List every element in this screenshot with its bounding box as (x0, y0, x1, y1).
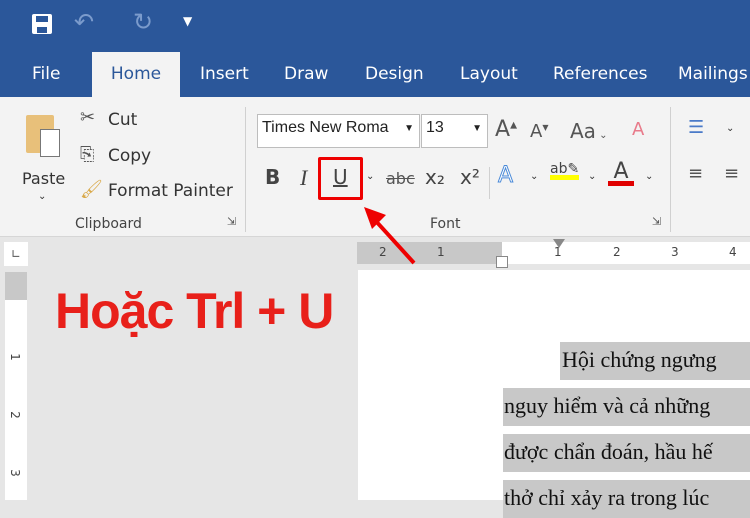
document-line[interactable]: thở chỉ xảy ra trong lúc (503, 480, 750, 518)
vertical-ruler[interactable]: 1 2 3 (5, 272, 27, 500)
subscript-button[interactable]: x₂ (425, 165, 445, 189)
tab-layout[interactable]: Layout (460, 52, 518, 97)
pointer-arrow (364, 207, 416, 265)
tab-references[interactable]: References (553, 52, 647, 97)
tab-design[interactable]: Design (365, 52, 424, 97)
first-line-indent-marker[interactable] (553, 239, 565, 248)
ribbon-tabs: File Home Insert Draw Design Layout Refe… (0, 52, 750, 97)
tab-draw[interactable]: Draw (284, 52, 328, 97)
bold-button[interactable]: B (265, 165, 280, 189)
copy-icon: ⎘ (80, 144, 95, 165)
chevron-down-icon[interactable]: ⌄ (726, 123, 734, 134)
chevron-down-icon[interactable]: ⌄ (366, 171, 374, 182)
bullets-icon[interactable]: ☰ (688, 117, 704, 138)
tab-file[interactable]: File (32, 52, 60, 97)
shrink-font-icon[interactable]: A▼ (530, 121, 548, 142)
align-center-icon[interactable]: ≡ (724, 163, 739, 184)
copy-button[interactable]: Copy (108, 146, 151, 166)
font-size-select[interactable]: 13 ▼ (421, 114, 488, 148)
chevron-down-icon: ⌄ (38, 191, 47, 202)
scissors-icon: ✂ (80, 107, 96, 128)
undo-icon[interactable]: ↶ (74, 8, 94, 36)
font-group-label: Font (430, 216, 461, 232)
title-bar: ↶ ↻ ▼ (0, 0, 750, 52)
dialog-launcher-icon[interactable]: ⇲ (227, 215, 236, 228)
customize-toolbar-icon[interactable]: ▼ (183, 14, 192, 28)
superscript-button[interactable]: x² (460, 165, 480, 189)
font-color-icon[interactable]: A (608, 159, 634, 186)
tab-home[interactable]: Home (92, 52, 180, 97)
underline-highlight-box (318, 157, 363, 200)
italic-button[interactable]: I (300, 165, 307, 191)
left-indent-marker[interactable] (496, 256, 508, 268)
font-name-select[interactable]: Times New Roma ▼ (257, 114, 420, 148)
change-case-button[interactable]: Aa ⌄ (570, 119, 608, 143)
dialog-launcher-icon[interactable]: ⇲ (652, 215, 661, 228)
document-page[interactable]: Hội chứng ngưng nguy hiểm và cả những đư… (358, 270, 750, 518)
redo-icon[interactable]: ↻ (133, 8, 153, 36)
text-effects-icon[interactable]: A (497, 163, 513, 189)
paste-button[interactable]: Paste ⌄ (18, 107, 68, 202)
chevron-down-icon[interactable]: ⌄ (645, 171, 653, 182)
shortcut-caption: Hoặc Trl + U (55, 283, 334, 339)
format-painter-icon: 🖌 (80, 179, 103, 200)
format-painter-button[interactable]: Format Painter (108, 181, 233, 201)
tab-mailings[interactable]: Mailings (678, 52, 748, 97)
document-line[interactable]: được chẩn đoán, hầu hế (503, 434, 750, 472)
strikethrough-button[interactable]: abc (386, 169, 415, 188)
clear-formatting-icon[interactable]: A (632, 119, 644, 140)
clipboard-group-label: Clipboard (75, 216, 142, 232)
document-line[interactable]: Hội chứng ngưng (560, 342, 750, 380)
chevron-down-icon: ▼ (404, 123, 414, 134)
chevron-down-icon: ▼ (472, 123, 482, 134)
tab-insert[interactable]: Insert (200, 52, 249, 97)
cut-button[interactable]: Cut (108, 110, 137, 130)
save-icon[interactable] (32, 14, 52, 34)
chevron-down-icon[interactable]: ⌄ (530, 171, 538, 182)
grow-font-icon[interactable]: A▲ (495, 117, 517, 142)
document-line[interactable]: nguy hiểm và cả những (503, 388, 750, 426)
chevron-down-icon[interactable]: ⌄ (588, 171, 596, 182)
align-left-icon[interactable]: ≡ (688, 163, 703, 184)
highlight-icon[interactable]: ab✎ (550, 161, 580, 180)
tab-selector-icon[interactable]: ∟ (4, 242, 28, 266)
